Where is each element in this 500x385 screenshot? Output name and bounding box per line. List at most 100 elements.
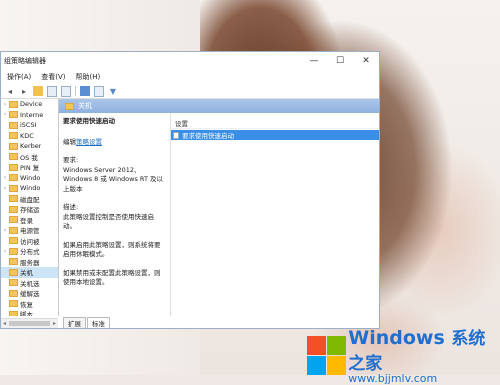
expand-arrow-icon[interactable]: › (1, 111, 9, 118)
menu-help[interactable]: 帮助(H) (76, 72, 101, 82)
expand-arrow-icon[interactable]: › (1, 185, 9, 192)
watermark-brand-name: Windows (348, 327, 445, 349)
tree-item[interactable]: ›恢复 (1, 299, 58, 310)
menu-bar: 操作(A) 查看(V) 帮助(H) (1, 70, 379, 84)
folder-icon (9, 258, 18, 266)
expand-arrow-icon[interactable]: › (1, 101, 9, 108)
list-item[interactable]: 要求使用快速启动 (171, 130, 379, 140)
export-list-icon[interactable] (61, 85, 71, 97)
tree-item-label: 访问被 (20, 237, 40, 246)
folder-icon (9, 100, 18, 108)
properties-icon[interactable] (47, 85, 57, 97)
folder-icon (9, 184, 18, 192)
tree-item[interactable]: ›PIN 复 (1, 162, 58, 173)
tree-item[interactable]: ›KDC (1, 131, 58, 142)
column-header-setting[interactable]: 设置 (171, 117, 379, 129)
tree-item-label: OS 我 (20, 153, 38, 162)
tree-item-label: 存储运 (20, 206, 40, 215)
tree-item[interactable]: ›OS 我 (1, 152, 58, 163)
details-header: 关机 (59, 99, 379, 113)
logo-quadrant (327, 335, 346, 355)
tree-item[interactable]: ›关机 (1, 267, 58, 278)
close-button[interactable]: ✕ (353, 52, 379, 70)
tree-item[interactable]: ›登录 (1, 215, 58, 226)
tab-standard[interactable]: 标准 (87, 317, 110, 328)
tree-item-label: 登录 (20, 216, 33, 225)
tree-item[interactable]: ›访问被 (1, 236, 58, 247)
folder-icon (9, 216, 18, 224)
folder-icon (9, 163, 18, 171)
view-icon[interactable] (94, 85, 104, 97)
tree-item-label: 关机 (20, 269, 33, 278)
tree-item[interactable]: ›缓解选 (1, 288, 58, 299)
menu-view[interactable]: 查看(V) (41, 72, 65, 82)
tree-item[interactable]: › 分布式 (1, 246, 58, 257)
tree-item[interactable]: › Windo (1, 173, 58, 184)
folder-icon (9, 300, 18, 308)
folder-icon (9, 226, 18, 234)
expand-arrow-icon[interactable]: › (1, 248, 9, 255)
maximize-button[interactable]: ☐ (327, 52, 353, 70)
tree-item[interactable]: ›关机选 (1, 278, 58, 289)
description-label: 描述: (63, 203, 79, 211)
tree-item[interactable]: › Interne (1, 110, 58, 121)
tree-item[interactable]: ›服务器 (1, 257, 58, 268)
settings-list: 设置 要求使用快速启动 (171, 113, 379, 316)
menu-action[interactable]: 操作(A) (7, 72, 31, 82)
details-header-title: 关机 (78, 102, 92, 110)
folder-icon (9, 205, 18, 213)
help-icon[interactable] (80, 86, 90, 96)
tree-item[interactable]: ›存储运 (1, 204, 58, 215)
tree-item[interactable]: ›磁盘配 (1, 194, 58, 205)
folder-icon (9, 310, 18, 316)
tree-item[interactable]: ›脚本 (1, 309, 58, 316)
folder-icon (9, 142, 18, 150)
logo-quadrant (307, 335, 326, 355)
tree-item[interactable]: ›iSCSI (1, 120, 58, 131)
watermark: Windows 系统之家 www.bjjmlv.com (305, 324, 500, 385)
expand-arrow-icon[interactable]: › (1, 227, 9, 234)
toolbar-separator (75, 86, 76, 96)
tree-item-label: 脚本 (20, 311, 33, 316)
title-bar[interactable]: 组策略编辑器 — ☐ ✕ (1, 52, 379, 70)
scroll-thumb[interactable] (9, 321, 50, 326)
disable-text: 如果禁用或未配置此策略设置，则使用本地设置。 (63, 268, 161, 287)
filter-icon[interactable]: ▼ (108, 86, 118, 96)
tree-item-label: 缓解选 (20, 290, 40, 299)
tree-item-label: PIN 复 (20, 164, 40, 173)
edit-prefix: 编辑 (63, 137, 76, 146)
gpedit-window: 组策略编辑器 — ☐ ✕ 操作(A) 查看(V) 帮助(H) ◂ ▸ ▼ › De… (0, 51, 380, 329)
tree-item-label: 分布式 (20, 248, 40, 257)
tree-horizontal-scrollbar[interactable]: ◂ ▸ (1, 318, 58, 328)
requirements-text: Windows Server 2012、Windows 8 或 Windows … (63, 165, 164, 193)
view-tabs: 扩展 标准 (59, 316, 110, 328)
edit-line: 编辑策略设置 (63, 138, 166, 148)
window-title: 组策略编辑器 (4, 57, 46, 65)
tree-item[interactable]: ›Kerber (1, 141, 58, 152)
tree-item-label: Device (20, 100, 43, 109)
tree-item[interactable]: › 电源管 (1, 225, 58, 236)
scroll-right-icon[interactable]: ▸ (53, 320, 56, 327)
minimize-button[interactable]: — (301, 52, 327, 70)
forward-icon[interactable]: ▸ (19, 86, 29, 96)
logo-quadrant (307, 355, 326, 375)
edit-policy-link[interactable]: 策略设置 (76, 138, 102, 146)
folder-icon[interactable] (33, 86, 43, 96)
policy-tree[interactable]: ›Device›Interne›iSCSI›KDC›Kerber›OS 我›PI… (1, 99, 59, 316)
tree-item[interactable]: › Windo (1, 183, 58, 194)
folder-icon (65, 102, 74, 110)
folder-icon (9, 247, 18, 255)
expand-arrow-icon[interactable]: › (1, 174, 9, 181)
tree-item-label: Kerber (20, 142, 42, 151)
tree-item-label: 恢复 (20, 300, 33, 309)
back-icon[interactable]: ◂ (5, 86, 15, 96)
folder-icon (9, 132, 18, 140)
requirements: 要求: Windows Server 2012、Windows 8 或 Wind… (63, 156, 166, 194)
tree-item[interactable]: › Device (1, 99, 58, 110)
folder-icon (9, 268, 18, 276)
tab-extended[interactable]: 扩展 (63, 317, 86, 328)
scroll-left-icon[interactable]: ◂ (3, 320, 6, 327)
watermark-text: Windows 系统之家 www.bjjmlv.com (348, 324, 500, 385)
folder-icon (9, 153, 18, 161)
tree-item-label: Windo (20, 184, 41, 193)
